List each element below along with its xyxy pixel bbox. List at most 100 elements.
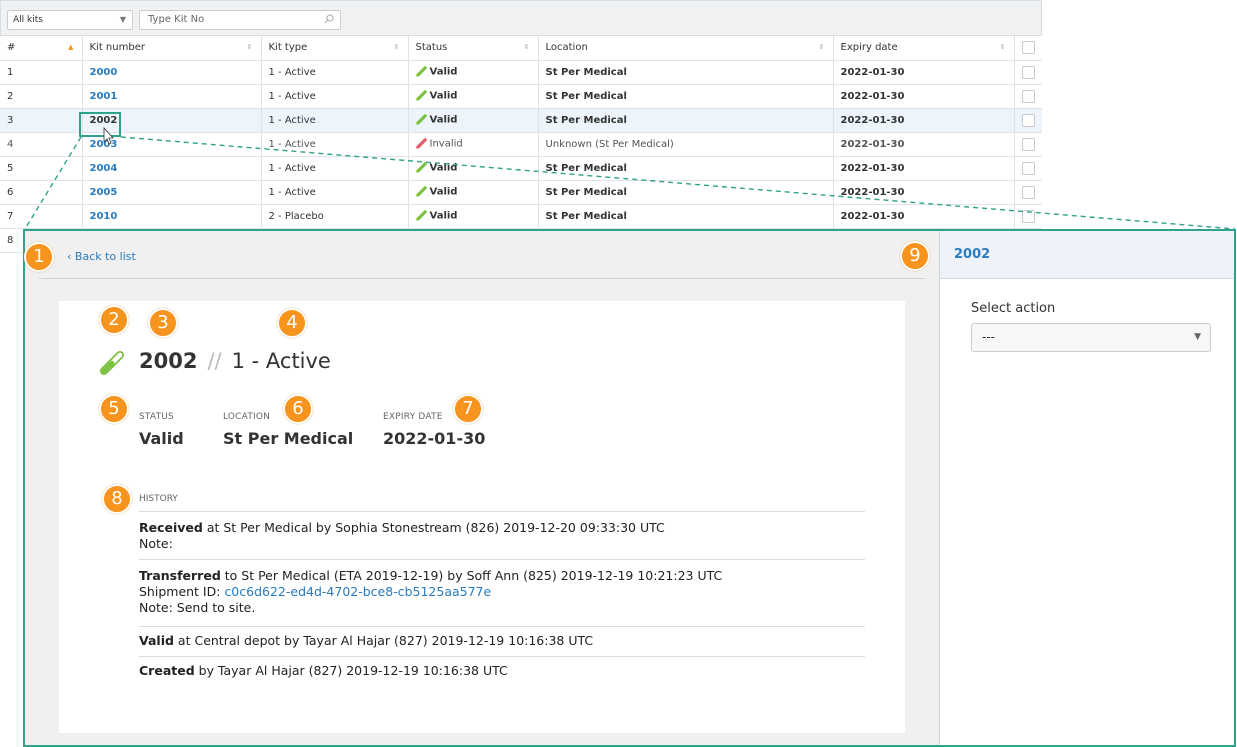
invalid-pill-icon [415,138,427,150]
callout-badge: 4 [277,308,307,338]
sort-icon: ⇕ [393,43,400,51]
sort-icon: ⇕ [246,43,253,51]
table-row[interactable]: 2 2001 1 - Active Valid St Per Medical 2… [0,84,1042,109]
action-sidebar: 2002 Select action --- ▼ [939,231,1234,745]
col-header-location[interactable]: Location ⇕ [537,36,833,61]
kit-number-link[interactable]: 2010 [90,211,118,222]
location-value: St Per Medical [537,84,833,109]
kit-number: 2002 [139,349,198,373]
kit-search-input[interactable]: Type Kit No [139,10,341,30]
chevron-down-icon: ▼ [1194,332,1201,342]
expiry-date-label: EXPIRY DATE [383,412,443,422]
table-toolbar: All kits ▼ Type Kit No [0,0,1042,36]
status-value: Valid [429,210,458,222]
select-action-label: Select action [971,301,1056,316]
table-row[interactable]: 4 2003 1 - Active Invalid Unknown (St Pe… [0,132,1042,157]
shipment-id-label: Shipment ID: [139,584,225,599]
history-entry: Created by Tayar Al Hajar (827) 2019-12-… [139,663,508,679]
divider [139,511,865,512]
select-action-dropdown[interactable]: --- ▼ [971,323,1211,352]
col-header-status[interactable]: Status ⇕ [407,36,538,61]
valid-pill-icon [415,114,427,126]
row-checkbox[interactable] [1021,89,1035,103]
row-index: 5 [0,156,82,181]
expiry-value: 2022-01-30 [832,204,1014,229]
row-checkbox[interactable] [1021,137,1035,151]
expiry-value: 2022-01-30 [832,180,1014,205]
kit-number-link[interactable]: 2004 [90,163,118,174]
history-text: to St Per Medical (ETA 2019-12-19) by So… [220,568,723,583]
row-checkbox[interactable] [1021,113,1035,127]
select-action-value: --- [982,330,995,344]
divider [139,559,865,560]
status-value: Valid [429,90,458,102]
back-to-list-link[interactable]: ‹ Back to list [67,250,136,263]
kits-table: # ▲ Kit number ⇕ Kit type ⇕ Status ⇕ Locatio… [0,36,1042,253]
callout-badge: 1 [24,242,54,272]
row-index: 6 [0,180,82,205]
row-index: 3 [0,108,82,133]
select-all-checkbox[interactable] [1021,41,1035,55]
kit-title: 2002 // 1 - Active [139,349,331,373]
select-all-cell [1013,36,1042,61]
sort-icon: ⇕ [999,43,1006,51]
kit-filter-value: All kits [13,15,43,25]
table-row-selected[interactable]: 3 2002 1 - Active Valid St Per Medical 2… [0,108,1042,133]
col-header-kit-number[interactable]: Kit number ⇕ [81,36,261,61]
kit-number-link[interactable]: 2003 [90,139,118,150]
history-entry: Transferred to St Per Medical (ETA 2019-… [139,568,722,616]
kit-detail-panel: ‹ Back to list 2002 // 1 - Active STATUS V… [23,229,1236,747]
kit-number-link[interactable]: 2005 [90,187,118,198]
location-label: LOCATION [223,412,271,422]
kit-type: 1 - Active [231,349,331,373]
row-checkbox[interactable] [1021,185,1035,199]
shipment-id-link[interactable]: c0c6d622-ed4d-4702-bce8-cb5125aa577e [224,584,491,599]
history-entry: Received at St Per Medical by Sophia Sto… [139,520,665,552]
location-value: St Per Medical [537,60,833,85]
history-note: Note: Send to site. [139,600,256,615]
location-value: St Per Medical [537,204,833,229]
status-label: STATUS [139,412,174,422]
action-sidebar-title: 2002 [954,247,991,262]
kit-type: 1 - Active [260,60,408,85]
expiry-value: 2022-01-30 [832,60,1014,85]
expiry-value: 2022-01-30 [832,84,1014,109]
row-index: 2 [0,84,82,109]
back-to-list-label: Back to list [74,250,136,263]
callout-badge: 9 [900,241,930,271]
table-row[interactable]: 6 2005 1 - Active Valid St Per Medical 2… [0,180,1042,205]
callout-badge: 2 [99,305,129,335]
table-row[interactable]: 1 2000 1 - Active Valid St Per Medical 2… [0,60,1042,85]
status-value: Valid [429,186,458,198]
sort-icon: ▲ [68,43,74,51]
status-value: Valid [429,162,458,174]
kit-type: 1 - Active [260,132,408,157]
row-checkbox[interactable] [1021,161,1035,175]
kit-type: 1 - Active [260,156,408,181]
col-header-kit-type[interactable]: Kit type ⇕ [260,36,408,61]
kit-detail-card: 2002 // 1 - Active STATUS Valid LOCATION S… [59,301,905,733]
col-header-index[interactable]: # ▲ [0,36,82,61]
kit-type: 1 - Active [260,108,408,133]
expiry-value: 2022-01-30 [832,156,1014,181]
history-note: Note: [139,536,173,551]
history-text: at St Per Medical by Sophia Stonestream … [202,520,665,535]
kit-number-link[interactable]: 2000 [90,67,118,78]
divider [139,626,865,627]
kit-filter-select[interactable]: All kits ▼ [7,10,133,30]
status-value: Valid [139,429,184,448]
row-checkbox[interactable] [1021,209,1035,223]
chevron-down-icon: ▼ [119,15,126,24]
callout-badge: 5 [99,394,129,424]
col-header-expiry-date[interactable]: Expiry date ⇕ [832,36,1014,61]
history-action: Created [139,663,195,678]
expiry-value: 2022-01-30 [832,108,1014,133]
kit-number-link[interactable]: 2001 [90,91,118,102]
table-row[interactable]: 7 2010 2 - Placebo Valid St Per Medical … [0,204,1042,229]
valid-pill-icon [415,66,427,78]
valid-pill-icon [415,90,427,102]
valid-pill-icon [415,162,427,174]
valid-pill-icon [100,351,124,375]
row-checkbox[interactable] [1021,65,1035,79]
table-row[interactable]: 5 2004 1 - Active Valid St Per Medical 2… [0,156,1042,181]
